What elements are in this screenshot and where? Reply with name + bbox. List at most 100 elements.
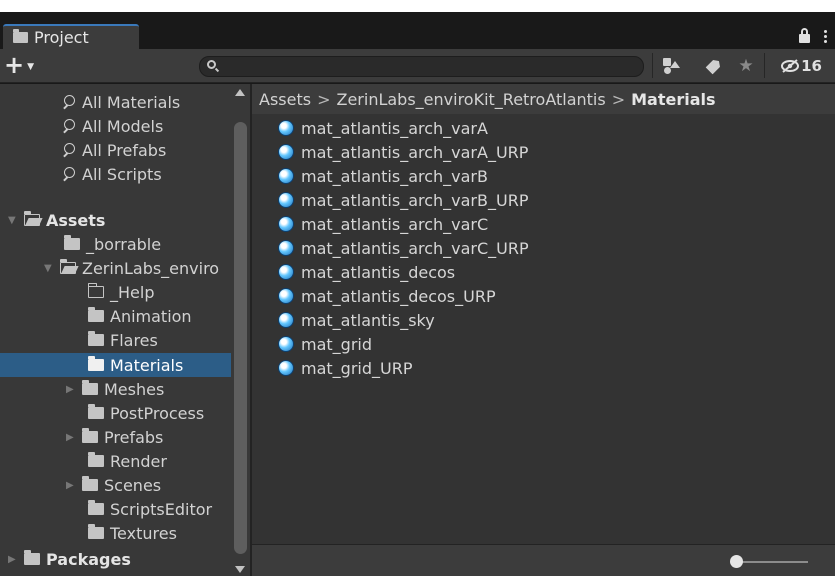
toolbar-separator bbox=[652, 53, 653, 78]
folder-tree: All Materials All Models All Prefabs All… bbox=[0, 84, 231, 576]
breadcrumb-separator: > bbox=[611, 89, 626, 109]
list-item[interactable]: mat_atlantis_sky bbox=[278, 308, 435, 332]
search-icon bbox=[63, 143, 77, 157]
tree-item-animation[interactable]: Animation bbox=[88, 304, 192, 328]
tab-project[interactable]: Project bbox=[3, 24, 139, 49]
material-icon bbox=[278, 336, 294, 352]
folder-icon bbox=[82, 380, 98, 395]
tree-item-label: Render bbox=[110, 451, 167, 471]
favorite-label: All Models bbox=[82, 116, 164, 136]
list-item[interactable]: mat_atlantis_arch_varB_URP bbox=[278, 188, 528, 212]
tree-item-label: PostProcess bbox=[110, 403, 205, 423]
favorite-all-prefabs[interactable]: All Prefabs bbox=[63, 138, 166, 162]
list-item[interactable]: mat_grid_URP bbox=[278, 356, 412, 380]
tree-item-assets[interactable]: ▼ Assets bbox=[8, 208, 105, 232]
scroll-down-arrow-icon[interactable] bbox=[235, 566, 245, 573]
material-icon bbox=[278, 288, 294, 304]
kebab-menu-icon[interactable] bbox=[824, 30, 827, 43]
tree-item-textures[interactable]: Textures bbox=[88, 521, 177, 545]
zoom-slider-track[interactable] bbox=[738, 561, 808, 563]
hidden-packages-toggle: 16 bbox=[780, 57, 822, 75]
favorite-label: All Prefabs bbox=[82, 140, 167, 160]
tree-item-label: Assets bbox=[46, 210, 106, 230]
search-icon bbox=[63, 167, 77, 181]
tab-bar: Project bbox=[0, 12, 835, 49]
folder-open-icon bbox=[24, 211, 40, 226]
scroll-up-arrow-icon[interactable] bbox=[235, 89, 245, 96]
zoom-slider-knob[interactable] bbox=[730, 555, 743, 568]
list-item[interactable]: mat_grid bbox=[278, 332, 372, 356]
folder-icon bbox=[88, 500, 104, 515]
tree-item-help[interactable]: _Help bbox=[87, 280, 154, 304]
scrollbar-thumb[interactable] bbox=[234, 122, 247, 554]
favorite-all-materials[interactable]: All Materials bbox=[63, 90, 180, 114]
tag-icon bbox=[706, 57, 723, 74]
expand-arrow-icon[interactable]: ▶ bbox=[8, 554, 22, 565]
search-by-label-button[interactable] bbox=[699, 53, 729, 78]
asset-name: mat_grid_URP bbox=[301, 358, 413, 378]
tree-item-render[interactable]: Render bbox=[88, 449, 167, 473]
asset-name: mat_atlantis_arch_varA bbox=[301, 118, 488, 138]
search-input[interactable] bbox=[224, 57, 634, 76]
folder-icon bbox=[64, 235, 80, 250]
tree-item-scriptseditor[interactable]: ScriptsEditor bbox=[88, 497, 212, 521]
tree-item-materials[interactable]: Materials bbox=[0, 353, 231, 377]
list-item[interactable]: mat_atlantis_decos bbox=[278, 260, 455, 284]
favorite-all-models[interactable]: All Models bbox=[63, 114, 163, 138]
tree-item-scenes[interactable]: ▶ Scenes bbox=[66, 473, 161, 497]
list-item[interactable]: mat_atlantis_arch_varC_URP bbox=[278, 236, 529, 260]
star-icon: ★ bbox=[738, 55, 754, 76]
list-item[interactable]: mat_atlantis_arch_varB bbox=[278, 164, 488, 188]
expand-arrow-icon[interactable]: ▶ bbox=[66, 432, 80, 443]
expand-arrow-icon[interactable]: ▼ bbox=[8, 215, 22, 226]
hidden-packages-button[interactable]: 16 bbox=[772, 53, 830, 78]
favorite-all-scripts[interactable]: All Scripts bbox=[63, 162, 162, 186]
list-item[interactable]: mat_atlantis_arch_varA bbox=[278, 116, 488, 140]
material-icon bbox=[278, 120, 294, 136]
asset-name: mat_atlantis_sky bbox=[301, 310, 435, 330]
tree-item-borrable[interactable]: _borrable bbox=[64, 232, 161, 256]
expand-arrow-icon[interactable]: ▼ bbox=[44, 263, 58, 274]
material-icon bbox=[278, 240, 294, 256]
folder-empty-icon bbox=[87, 283, 104, 298]
breadcrumb-materials[interactable]: Materials bbox=[631, 90, 715, 109]
asset-name: mat_grid bbox=[301, 334, 372, 354]
asset-name: mat_atlantis_arch_varB bbox=[301, 166, 488, 186]
breadcrumb-assets[interactable]: Assets bbox=[259, 90, 311, 109]
tree-scrollbar[interactable] bbox=[231, 84, 250, 576]
tree-item-label: Flares bbox=[110, 330, 158, 350]
list-item[interactable]: mat_atlantis_arch_varC bbox=[278, 212, 488, 236]
tree-item-postprocess[interactable]: PostProcess bbox=[88, 401, 204, 425]
filter-by-type-icon bbox=[663, 57, 680, 74]
tree-item-label: Meshes bbox=[104, 379, 165, 399]
list-item[interactable]: mat_atlantis_decos_URP bbox=[278, 284, 496, 308]
project-toolbar: + ▼ ★ 16 bbox=[0, 49, 835, 83]
lock-icon[interactable] bbox=[799, 28, 810, 43]
material-icon bbox=[278, 360, 294, 376]
asset-name: mat_atlantis_arch_varC_URP bbox=[301, 238, 529, 258]
search-icon bbox=[63, 95, 77, 109]
folder-icon bbox=[88, 452, 104, 467]
favorites-button[interactable]: ★ bbox=[731, 53, 761, 78]
create-button[interactable]: + ▼ bbox=[4, 53, 34, 77]
expand-arrow-icon[interactable]: ▶ bbox=[66, 384, 80, 395]
search-by-type-button[interactable] bbox=[656, 53, 686, 78]
tree-item-prefabs[interactable]: ▶ Prefabs bbox=[66, 425, 163, 449]
search-icon bbox=[63, 119, 77, 133]
tree-item-flares[interactable]: Flares bbox=[88, 328, 158, 352]
tree-item-zerinlabs[interactable]: ▼ ZerinLabs_enviro bbox=[44, 256, 219, 280]
tree-item-label: Packages bbox=[46, 549, 131, 569]
breadcrumb: Assets > ZerinLabs_enviroKit_RetroAtlant… bbox=[252, 84, 835, 114]
toolbar-separator bbox=[764, 53, 765, 78]
tree-item-packages[interactable]: ▶ Packages bbox=[8, 547, 131, 571]
screen-top-edge bbox=[0, 0, 835, 12]
breadcrumb-zerinlabs[interactable]: ZerinLabs_enviroKit_RetroAtlantis bbox=[336, 90, 605, 109]
tree-item-meshes[interactable]: ▶ Meshes bbox=[66, 377, 164, 401]
folder-icon bbox=[82, 476, 98, 491]
list-item[interactable]: mat_atlantis_arch_varA_URP bbox=[278, 140, 528, 164]
favorite-label: All Scripts bbox=[82, 164, 162, 184]
expand-arrow-icon[interactable]: ▶ bbox=[66, 480, 80, 491]
tree-item-label: _borrable bbox=[86, 234, 162, 254]
search-field[interactable] bbox=[199, 56, 644, 77]
material-icon bbox=[278, 144, 294, 160]
